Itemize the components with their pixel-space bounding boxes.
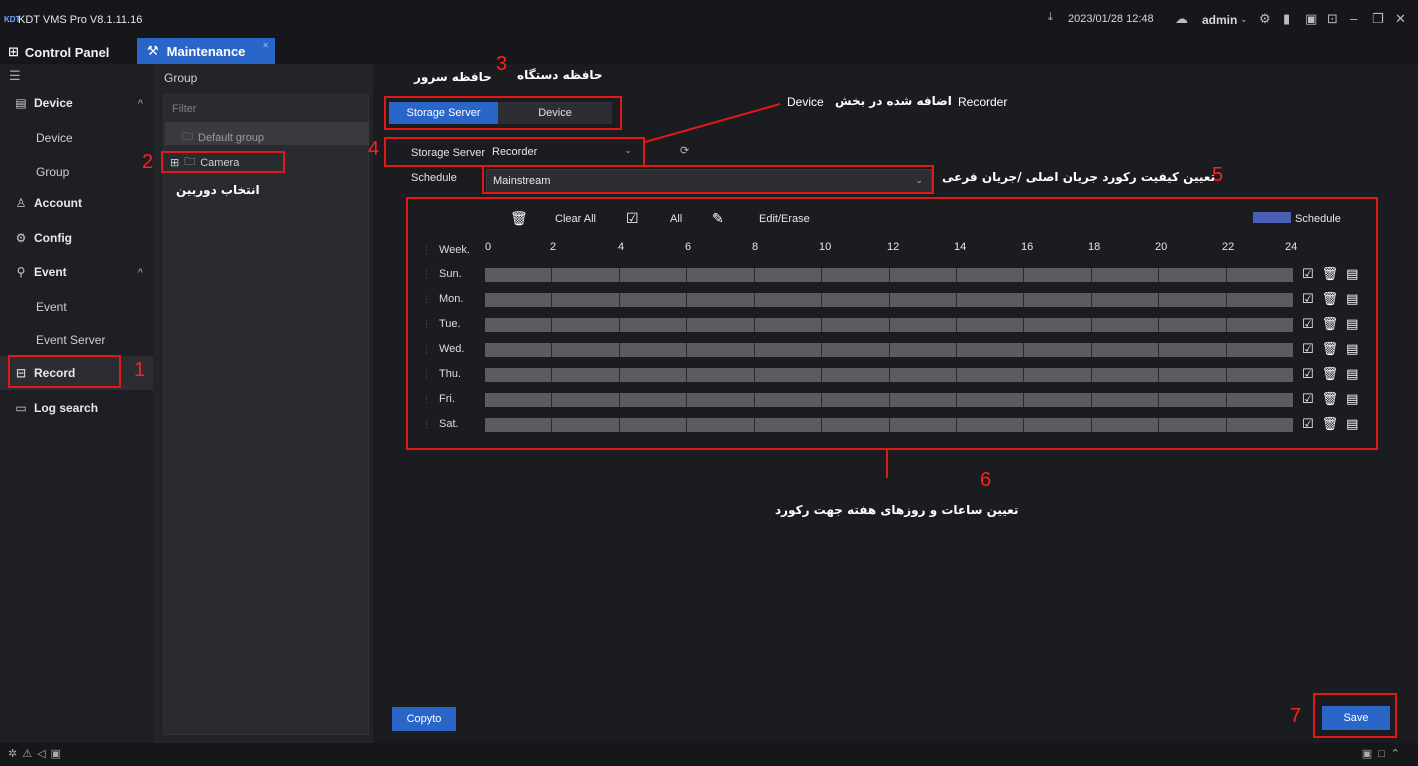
annotation-number: 6 — [980, 469, 992, 491]
annotation-number: 3 — [496, 53, 508, 75]
annotation-number: 2 — [142, 151, 154, 173]
status-bar: ✲⚠◁▣ ▣□⌃ — [0, 743, 1418, 766]
annotation-line-recorder — [644, 103, 781, 143]
note-select-camera: انتخاب دوربین — [176, 183, 260, 197]
annotation-number: 7 — [1290, 705, 1302, 727]
note-device-memory: حافظه دستگاه — [517, 68, 603, 82]
status-icons[interactable]: ✲⚠◁▣ — [8, 747, 66, 760]
annotation-number: 4 — [368, 138, 380, 160]
status-right-icons[interactable]: ▣□⌃ — [1362, 747, 1406, 760]
annotation-lines — [644, 103, 888, 478]
note-device-word: Device — [787, 95, 824, 109]
note-server-memory: حافظه سرور — [414, 70, 492, 84]
note-added-in: اضافه شده در بخش — [835, 94, 952, 108]
annotation-number: 1 — [134, 359, 146, 381]
note-quality: تعیین کیفیت رکورد جریان اصلی /جریان فرعی — [942, 170, 1216, 184]
note-recorder-word: Recorder — [958, 95, 1008, 109]
note-hours-days: تعیین ساعات و روزهای هفته جهت رکورد — [775, 503, 1019, 517]
